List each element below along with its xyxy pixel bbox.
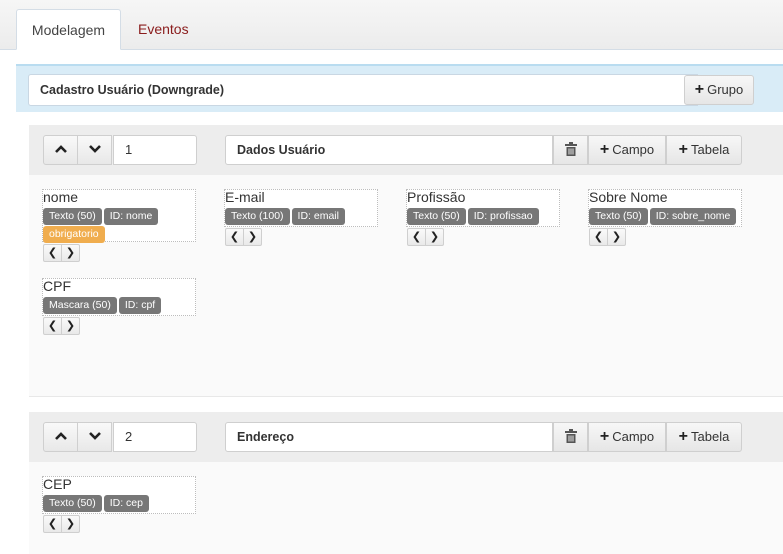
field-badges: Texto (100) ID: email: [225, 207, 347, 225]
type-badge: Texto (100): [225, 208, 290, 225]
type-badge: Mascara (50): [43, 297, 117, 314]
field-move-controls: ❮ ❯: [43, 244, 80, 262]
plus-icon: +: [599, 141, 610, 158]
trash-icon: [564, 429, 577, 443]
group-header: 2 Endereço + Campo + Tabela: [29, 412, 783, 462]
field-move-controls: ❮ ❯: [43, 515, 80, 533]
required-badge: obrigatorio: [43, 226, 105, 243]
add-table-button[interactable]: + Tabela: [666, 135, 742, 165]
field-card[interactable]: CEP Texto (50) ID: cep: [42, 476, 196, 514]
move-down-button[interactable]: [77, 135, 112, 165]
group-header: 1 Dados Usuário + Campo + Tabela: [29, 125, 783, 175]
type-badge: Texto (50): [43, 495, 102, 512]
delete-group-button[interactable]: [553, 422, 588, 452]
id-badge: ID: profissao: [467, 208, 539, 225]
group-panel-endereco: 2 Endereço + Campo + Tabela CEP Texto (50)…: [29, 412, 783, 554]
field-badges: Mascara (50) ID: cpf: [43, 296, 163, 314]
field-card[interactable]: CPF Mascara (50) ID: cpf: [42, 278, 196, 316]
move-left-button[interactable]: ❮: [43, 244, 62, 262]
add-field-label: Campo: [612, 142, 655, 157]
add-group-label: Grupo: [707, 82, 744, 97]
plus-icon: +: [678, 141, 689, 158]
group-title-input[interactable]: Dados Usuário: [225, 135, 553, 165]
plus-icon: +: [599, 428, 610, 445]
field-move-controls: ❮ ❯: [407, 228, 444, 246]
add-field-button[interactable]: + Campo: [588, 422, 666, 452]
field-move-controls: ❮ ❯: [43, 317, 80, 335]
field-card[interactable]: Sobre Nome Texto (50) ID: sobre_nome: [588, 189, 742, 227]
group-panel-dados-usuario: 1 Dados Usuário + Campo + Tabela nome Text…: [29, 125, 783, 397]
field-badges-2: obrigatorio: [43, 225, 107, 243]
id-badge: ID: cep: [103, 495, 149, 512]
group-order-input[interactable]: 1: [113, 135, 197, 165]
move-left-button[interactable]: ❮: [43, 515, 62, 533]
id-badge: ID: email: [291, 208, 345, 225]
move-right-button[interactable]: ❯: [243, 228, 262, 246]
chevron-up-icon: [54, 432, 67, 440]
trash-icon: [564, 142, 577, 156]
id-badge: ID: nome: [103, 208, 159, 225]
move-right-button[interactable]: ❯: [61, 515, 80, 533]
type-badge: Texto (50): [589, 208, 648, 225]
move-left-button[interactable]: ❮: [589, 228, 608, 246]
move-up-button[interactable]: [43, 422, 78, 452]
add-field-button[interactable]: + Campo: [588, 135, 666, 165]
field-badges: Texto (50) ID: cep: [43, 494, 151, 512]
field-badges: Texto (50) ID: profissao: [407, 207, 541, 225]
move-right-button[interactable]: ❯: [61, 317, 80, 335]
move-left-button[interactable]: ❮: [43, 317, 62, 335]
move-down-button[interactable]: [77, 422, 112, 452]
field-badges: Texto (50) ID: nome: [43, 207, 160, 225]
form-title-input[interactable]: Cadastro Usuário (Downgrade): [28, 74, 698, 106]
field-badges: Texto (50) ID: sobre_nome: [589, 207, 738, 225]
field-card[interactable]: nome Texto (50) ID: nome obrigatorio: [42, 189, 196, 243]
field-name: CEP: [43, 476, 72, 492]
field-name: nome: [43, 189, 79, 205]
plus-icon: +: [694, 81, 705, 98]
field-move-controls: ❮ ❯: [225, 228, 262, 246]
field-card[interactable]: E-mail Texto (100) ID: email: [224, 189, 378, 227]
tab-eventos[interactable]: Eventos: [124, 9, 203, 50]
type-badge: Texto (50): [43, 208, 102, 225]
field-name: E-mail: [225, 189, 265, 205]
plus-icon: +: [678, 428, 689, 445]
type-badge: Texto (50): [407, 208, 466, 225]
add-table-label: Tabela: [691, 142, 730, 157]
chevron-down-icon: [88, 432, 101, 440]
form-header: Cadastro Usuário (Downgrade) + Grupo: [16, 64, 783, 112]
move-right-button[interactable]: ❯: [607, 228, 626, 246]
move-up-button[interactable]: [43, 135, 78, 165]
field-card[interactable]: Profissão Texto (50) ID: profissao: [406, 189, 560, 227]
field-name: CPF: [43, 278, 71, 294]
tab-bar: Modelagem Eventos: [0, 0, 783, 50]
add-table-button[interactable]: + Tabela: [666, 422, 742, 452]
move-left-button[interactable]: ❮: [407, 228, 426, 246]
move-left-button[interactable]: ❮: [225, 228, 244, 246]
field-name: Profissão: [407, 189, 466, 205]
field-name: Sobre Nome: [589, 189, 668, 205]
add-field-label: Campo: [612, 429, 655, 444]
group-title-input[interactable]: Endereço: [225, 422, 553, 452]
tab-modelagem[interactable]: Modelagem: [16, 9, 121, 50]
move-right-button[interactable]: ❯: [61, 244, 80, 262]
id-badge: ID: sobre_nome: [649, 208, 737, 225]
add-table-label: Tabela: [691, 429, 730, 444]
group-order-input[interactable]: 2: [113, 422, 197, 452]
move-right-button[interactable]: ❯: [425, 228, 444, 246]
delete-group-button[interactable]: [553, 135, 588, 165]
chevron-down-icon: [88, 145, 101, 153]
id-badge: ID: cpf: [118, 297, 162, 314]
add-group-button[interactable]: + Grupo: [684, 75, 754, 105]
chevron-up-icon: [54, 145, 67, 153]
field-move-controls: ❮ ❯: [589, 228, 626, 246]
